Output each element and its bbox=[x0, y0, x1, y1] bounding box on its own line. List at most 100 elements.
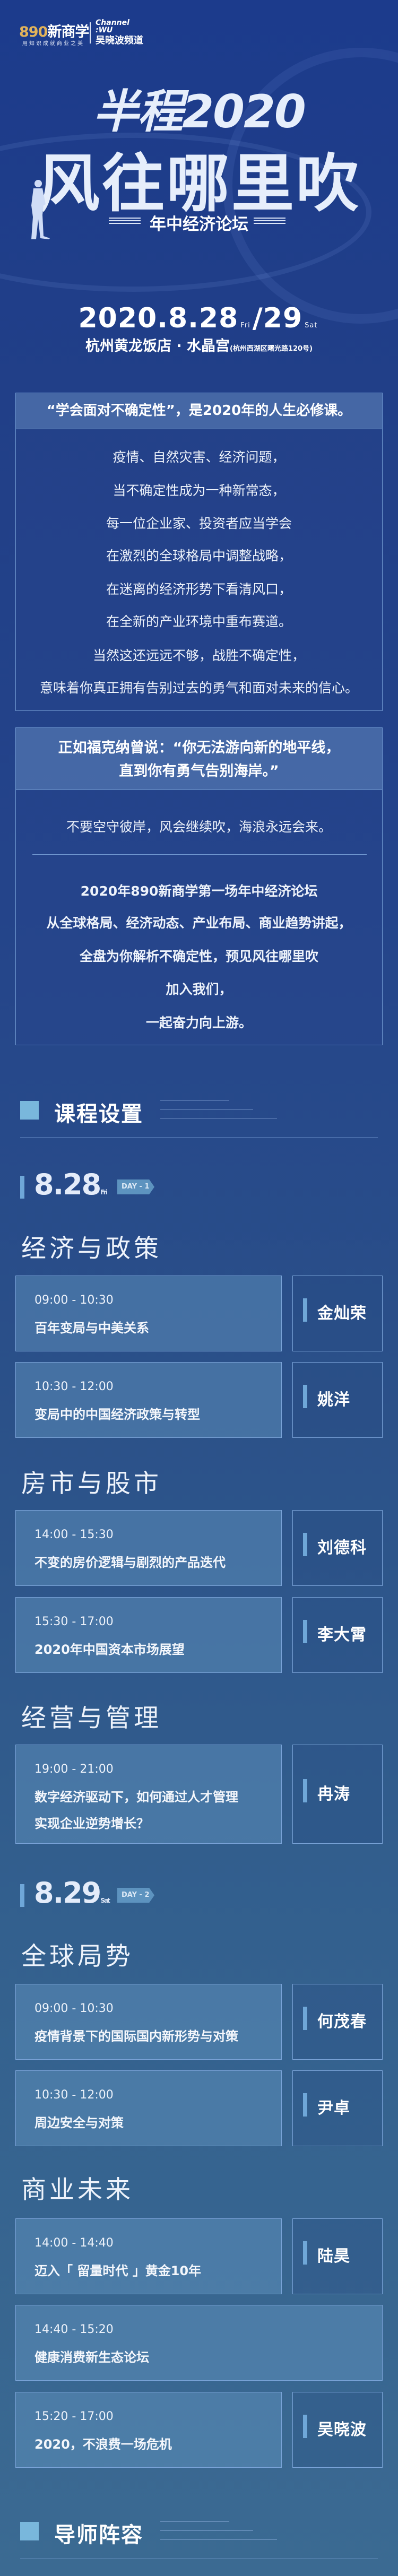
speaker-box[interactable]: 何茂春 bbox=[292, 1984, 383, 2060]
logo-divider bbox=[90, 22, 91, 44]
speaker-box[interactable]: 冉涛 bbox=[292, 1745, 383, 1844]
speaker-box[interactable]: 刘德科 bbox=[292, 1510, 383, 1586]
speaker-marker bbox=[303, 1298, 307, 1322]
speaker-marker bbox=[303, 2093, 307, 2117]
intro-line: 每一位企业家、投资者应当学会 bbox=[106, 516, 292, 531]
event-date: 2020.8.28 Fri/29 Sat bbox=[78, 302, 318, 334]
day-weekday: Fri bbox=[100, 1189, 108, 1196]
intro-line: 在迷离的经济形势下看清风口， bbox=[106, 582, 292, 597]
day-badge: DAY - 1 bbox=[117, 1179, 154, 1194]
session-time: 14:00 - 15:30 bbox=[34, 1528, 114, 1541]
mentor-section-square-icon bbox=[20, 2522, 39, 2540]
schedule-section-square-icon bbox=[20, 1101, 39, 1120]
quote-bold-line: 2020年890新商学第一场年中经济论坛 bbox=[80, 883, 318, 899]
session-card[interactable]: 09:00 - 10:30 百年变局与中美关系 bbox=[15, 1276, 282, 1351]
speaker-marker bbox=[303, 1532, 307, 1556]
quote-bold-line: 加入我们， bbox=[166, 982, 232, 997]
speaker-name: 冉涛 bbox=[317, 1784, 350, 1803]
session-title: 迈入「 留量时代 」黄金10年 bbox=[34, 2263, 202, 2278]
session-time: 19:00 - 21:00 bbox=[34, 1763, 114, 1776]
speaker-marker bbox=[303, 1619, 307, 1643]
session-title: 数字经济驱动下，如何通过人才管理 bbox=[34, 1790, 238, 1805]
schedule-section-title: 课程设置 bbox=[54, 1102, 143, 1126]
speaker-box[interactable]: 金灿荣 bbox=[292, 1276, 383, 1351]
quote-bold-line: 全盘为你解析不确定性，预见风往哪里吹 bbox=[79, 949, 318, 964]
hero-title-line1: 半程2020 bbox=[93, 85, 306, 138]
speaker-name: 李大霄 bbox=[317, 1625, 367, 1644]
session-title: 周边安全与对策 bbox=[34, 2115, 124, 2130]
intro-line: 疫情、自然灾害、经济问题， bbox=[113, 449, 285, 465]
session-time: 10:30 - 12:00 bbox=[34, 1380, 114, 1393]
mentor-section-decor-lines bbox=[160, 2521, 277, 2540]
session-time: 09:00 - 10:30 bbox=[34, 2002, 114, 2015]
hero-title-line2: 风往哪里吹 bbox=[37, 147, 361, 220]
intro-line: 在激烈的全球格局中调整战略， bbox=[106, 548, 292, 563]
speaker-box[interactable]: 陆昊 bbox=[292, 2218, 383, 2294]
speaker-marker bbox=[303, 2006, 307, 2030]
session-card[interactable]: 14:40 - 15:20 健康消费新生态论坛 bbox=[15, 2305, 383, 2381]
event-venue: 杭州黄龙饭店 · 水晶宫(杭州西湖区曙光路120号) bbox=[85, 338, 313, 354]
intro-headline: “学会面对不确定性”，是2020年的人生必修课。 bbox=[16, 393, 382, 429]
session-card[interactable]: 14:00 - 15:30 不变的房价逻辑与剧烈的产品迭代 bbox=[15, 1510, 282, 1586]
partner-logo: Channel:WU bbox=[96, 19, 129, 34]
session-time: 14:00 - 14:40 bbox=[34, 2236, 114, 2250]
session-card[interactable]: 10:30 - 12:00 周边安全与对策 bbox=[15, 2070, 282, 2146]
day-marker bbox=[20, 1176, 24, 1199]
intro-line: 意味着你真正拥有告别过去的勇气和面对未来的信心。 bbox=[39, 680, 358, 696]
session-time: 14:40 - 15:20 bbox=[34, 2323, 114, 2336]
speaker-name: 刘德科 bbox=[317, 1538, 367, 1557]
speaker-name: 尹卓 bbox=[317, 2098, 350, 2118]
day-badge: DAY - 2 bbox=[117, 1888, 154, 1903]
session-card[interactable]: 19:00 - 21:00 数字经济驱动下，如何通过人才管理 实现企业逆势增长？ bbox=[15, 1745, 282, 1844]
session-card[interactable]: 09:00 - 10:30 疫情背景下的国际国内新形势与对策 bbox=[15, 1984, 282, 2060]
intro-line: 当不确定性成为一种新常态， bbox=[113, 483, 285, 498]
session-title: 疫情背景下的国际国内新形势与对策 bbox=[34, 2029, 238, 2044]
session-title: 健康消费新生态论坛 bbox=[34, 2350, 149, 2365]
session-time: 15:30 - 17:00 bbox=[34, 1615, 114, 1628]
speaker-name: 陆昊 bbox=[317, 2247, 350, 2266]
category-title: 房市与股市 bbox=[21, 1469, 162, 1498]
speaker-name: 金灿荣 bbox=[317, 1304, 367, 1323]
speaker-box[interactable]: 姚洋 bbox=[292, 1362, 383, 1438]
mentor-section-title: 导师阵容 bbox=[54, 2523, 143, 2547]
schedule-section-divider bbox=[20, 1137, 378, 1138]
speaker-marker bbox=[303, 2241, 307, 2265]
session-card[interactable]: 14:00 - 14:40 迈入「 留量时代 」黄金10年 bbox=[15, 2218, 282, 2294]
speaker-name: 姚洋 bbox=[317, 1390, 350, 1409]
speaker-name: 吴晓波 bbox=[317, 2420, 367, 2439]
speaker-box[interactable]: 尹卓 bbox=[292, 2070, 383, 2146]
session-card[interactable]: 15:20 - 17:00 2020，不浪费一场危机 bbox=[15, 2392, 282, 2468]
session-time: 15:20 - 17:00 bbox=[34, 2410, 114, 2423]
session-time: 09:00 - 10:30 bbox=[34, 1294, 114, 1307]
session-title: 变局中的中国经济政策与转型 bbox=[34, 1407, 200, 1422]
quote-line: 不要空守彼岸，风会继续吹，海浪永远会来。 bbox=[66, 819, 332, 835]
speaker-box[interactable]: 吴晓波 bbox=[292, 2392, 383, 2468]
divider bbox=[32, 854, 367, 855]
session-title: 2020，不浪费一场危机 bbox=[34, 2437, 172, 2452]
speaker-marker bbox=[303, 1779, 307, 1802]
session-time: 10:30 - 12:00 bbox=[34, 2088, 114, 2102]
day-date: 8.28Fri bbox=[34, 1168, 108, 1201]
quote-headline: 正如福克纳曾说：“你无法游向新的地平线， 直到你有勇气告别海岸。” bbox=[16, 728, 382, 790]
category-title: 经营与管理 bbox=[21, 1704, 162, 1733]
intro-line: 在全新的产业环境中重布赛道。 bbox=[106, 614, 292, 629]
speaker-name: 何茂春 bbox=[317, 2012, 367, 2031]
category-title: 经济与政策 bbox=[21, 1234, 162, 1263]
day-weekday: Sat bbox=[100, 1897, 110, 1904]
session-card[interactable]: 15:30 - 17:00 2020年中国资本市场展望 bbox=[15, 1597, 282, 1673]
session-title: 2020年中国资本市场展望 bbox=[34, 1642, 185, 1657]
quote-box: 正如福克纳曾说：“你无法游向新的地平线， 直到你有勇气告别海岸。” 不要空守彼岸，… bbox=[15, 727, 383, 1045]
speaker-marker bbox=[303, 1384, 307, 1408]
poster: 890新商学 用知识成就商业之美 Channel:WU 吴晓波频道 半程2020… bbox=[0, 0, 398, 2576]
hero-subtitle: 年中经济论坛 bbox=[150, 215, 248, 234]
speaker-box[interactable]: 李大霄 bbox=[292, 1597, 383, 1673]
category-title: 商业未来 bbox=[21, 2175, 134, 2205]
quote-bold-line: 一起奋力向上游。 bbox=[145, 1015, 252, 1030]
brand-logo: 890新商学 bbox=[19, 24, 89, 40]
intro-line: 当然这还远远不够，战胜不确定性， bbox=[92, 648, 305, 663]
session-card[interactable]: 10:30 - 12:00 变局中的中国经济政策与转型 bbox=[15, 1362, 282, 1438]
partner-name: 吴晓波频道 bbox=[96, 35, 143, 46]
day-marker bbox=[20, 1884, 24, 1907]
decor-lines-right bbox=[254, 218, 285, 224]
intro-box: “学会面对不确定性”，是2020年的人生必修课。 疫情、自然灾害、经济问题， 当不… bbox=[15, 393, 383, 711]
